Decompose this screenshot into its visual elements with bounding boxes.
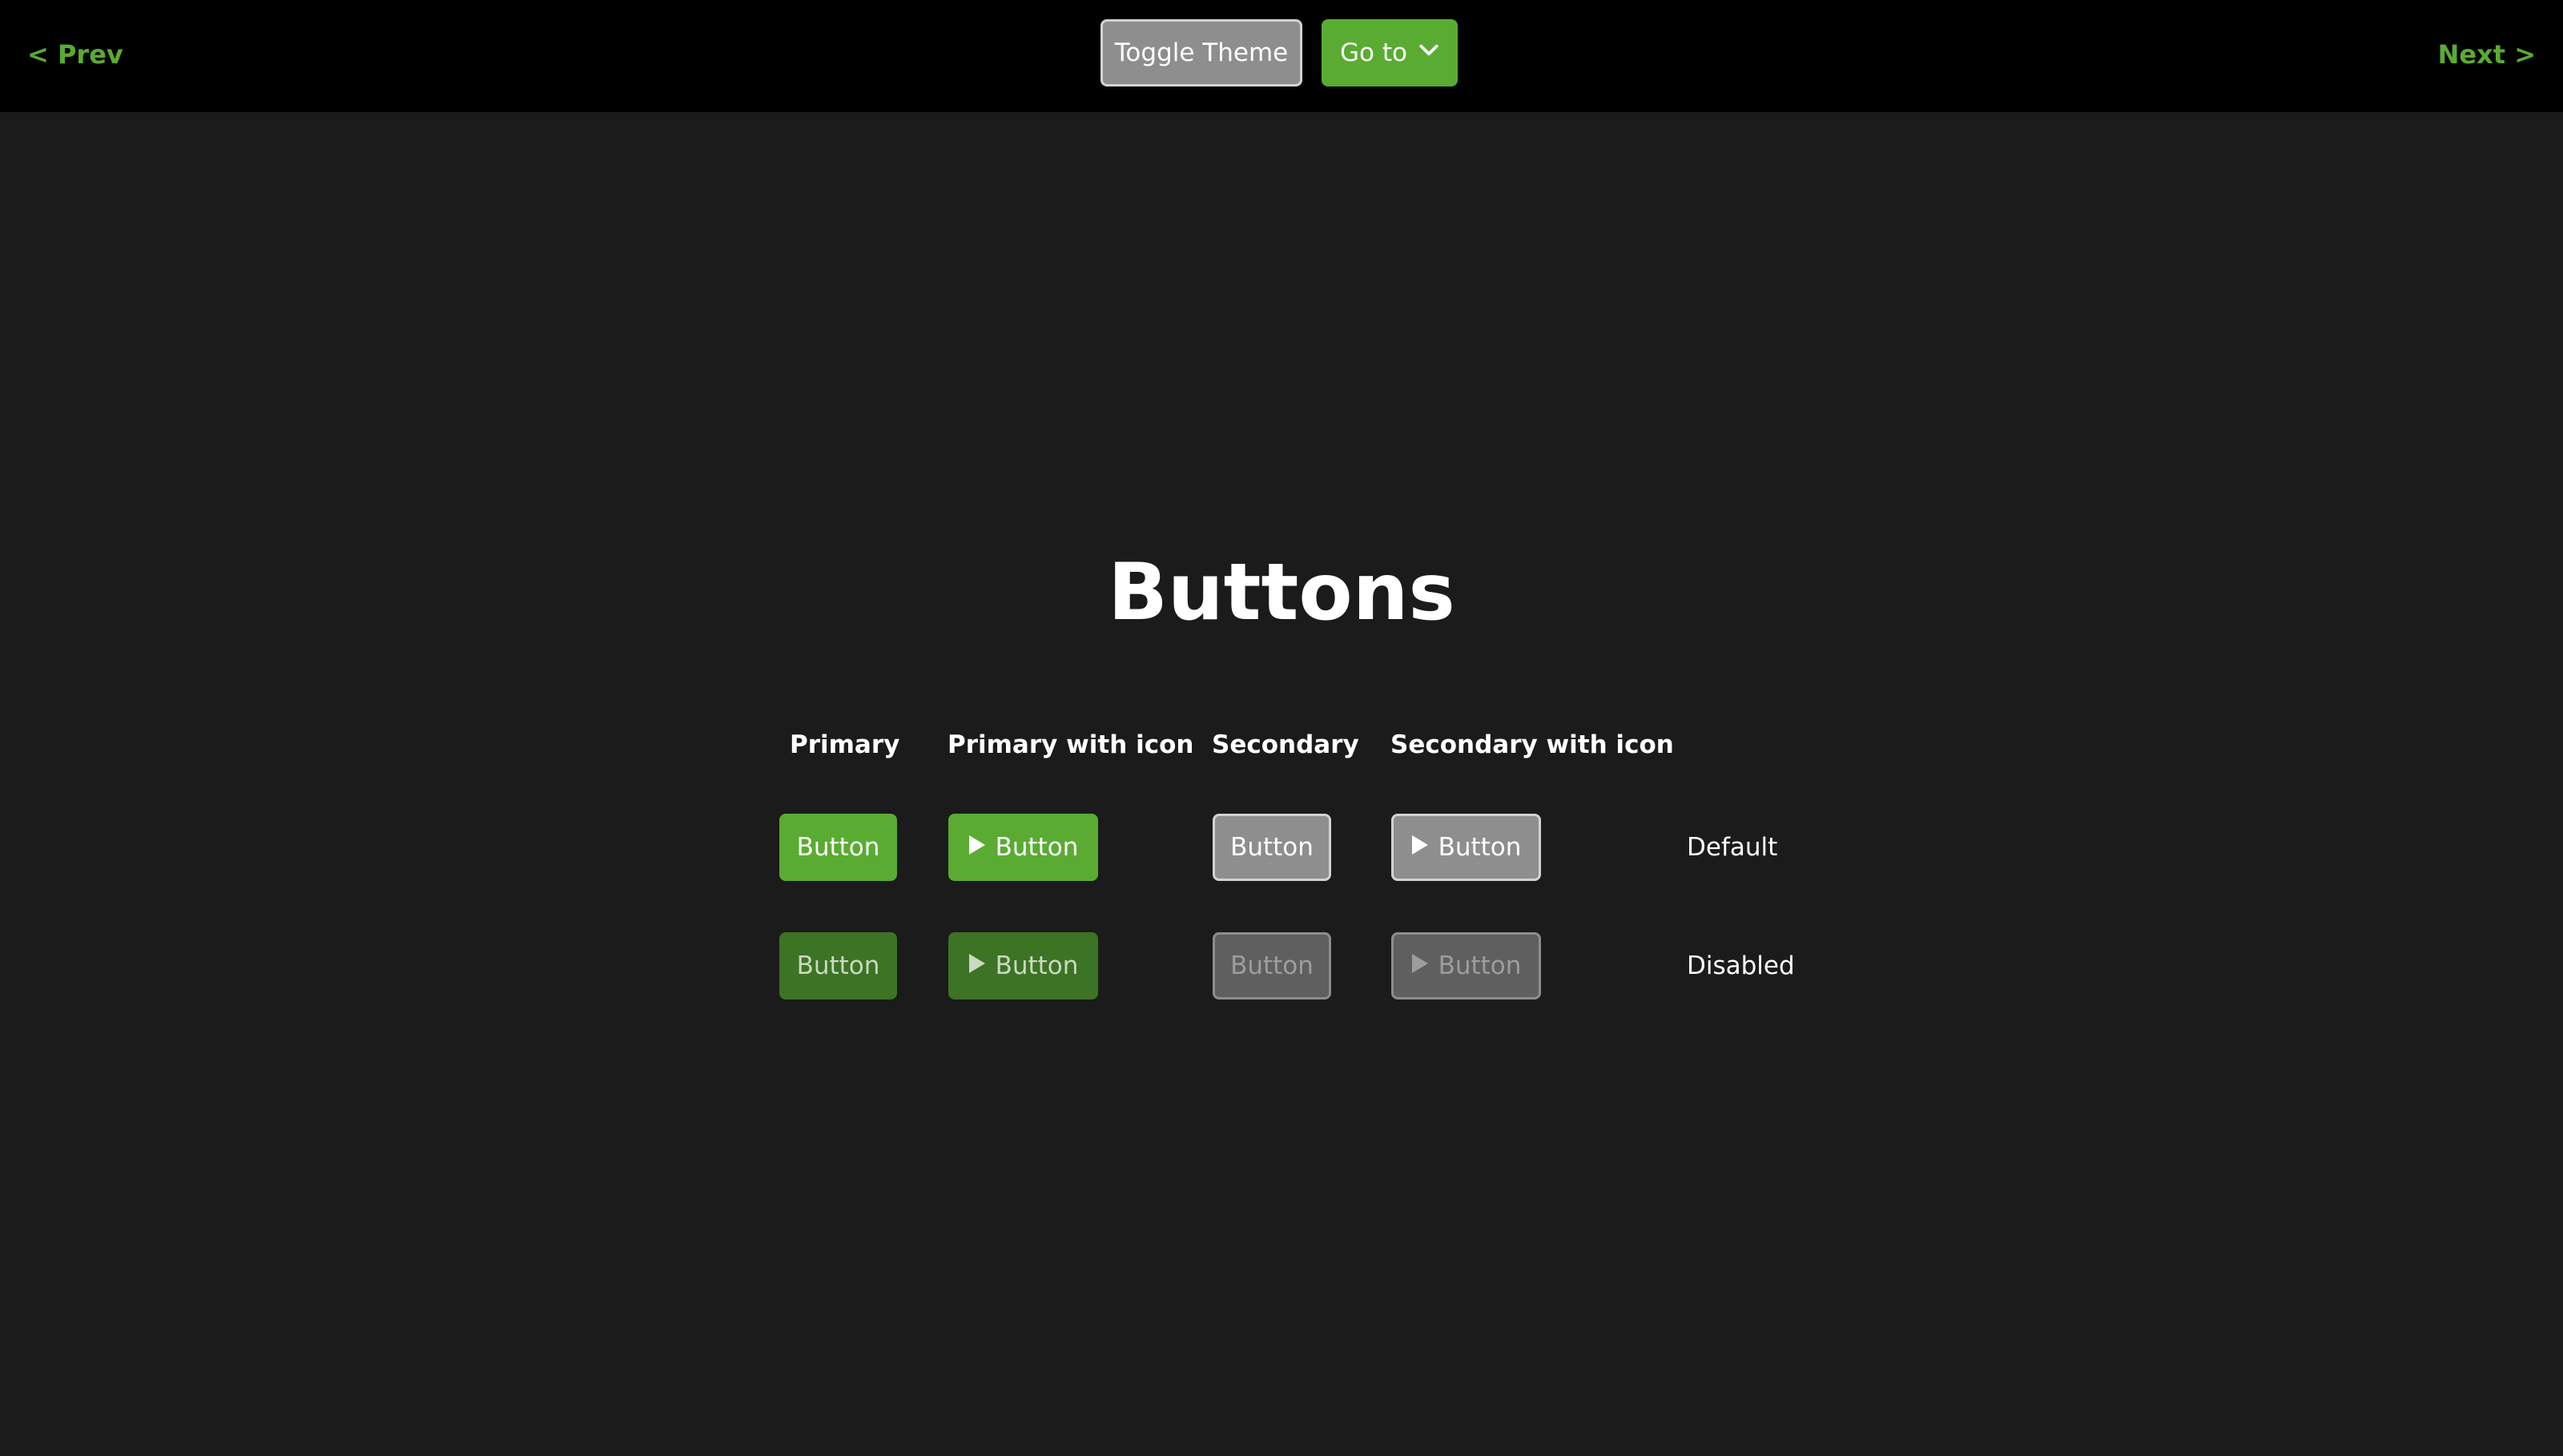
- primary-button-default[interactable]: Button: [779, 814, 897, 881]
- button-label: Button: [1438, 951, 1522, 980]
- secondary-icon-button-default[interactable]: Button: [1391, 814, 1541, 881]
- goto-label: Go to: [1340, 38, 1407, 67]
- column-header-primary: Primary: [790, 730, 900, 759]
- chevron-down-icon: [1418, 38, 1439, 67]
- play-icon: [1411, 951, 1429, 980]
- button-label: Button: [1438, 833, 1522, 862]
- secondary-icon-button-disabled: Button: [1391, 932, 1541, 999]
- primary-icon-button-disabled: Button: [948, 932, 1098, 999]
- secondary-button-disabled: Button: [1213, 932, 1331, 999]
- primary-button-disabled: Button: [779, 932, 897, 999]
- primary-icon-button-default[interactable]: Button: [948, 814, 1098, 881]
- toggle-theme-button[interactable]: Toggle Theme: [1100, 19, 1302, 86]
- column-header-primary-with-icon: Primary with icon: [948, 730, 1194, 759]
- button-label: Button: [995, 833, 1079, 862]
- next-link[interactable]: Next >: [2438, 0, 2536, 109]
- play-icon: [1411, 833, 1429, 862]
- column-header-secondary: Secondary: [1212, 730, 1359, 759]
- row-label-disabled: Disabled: [1687, 951, 1795, 980]
- play-icon: [968, 833, 986, 862]
- goto-dropdown-button[interactable]: Go to: [1322, 19, 1458, 86]
- row-label-default: Default: [1687, 833, 1778, 862]
- top-navigation-bar: < Prev Toggle Theme Go to Next >: [0, 0, 2563, 112]
- button-label: Button: [995, 951, 1079, 980]
- page-title: Buttons: [1108, 547, 1455, 638]
- play-icon: [968, 951, 986, 980]
- prev-link[interactable]: < Prev: [27, 0, 123, 109]
- column-header-secondary-with-icon: Secondary with icon: [1390, 730, 1674, 759]
- secondary-button-default[interactable]: Button: [1213, 814, 1331, 881]
